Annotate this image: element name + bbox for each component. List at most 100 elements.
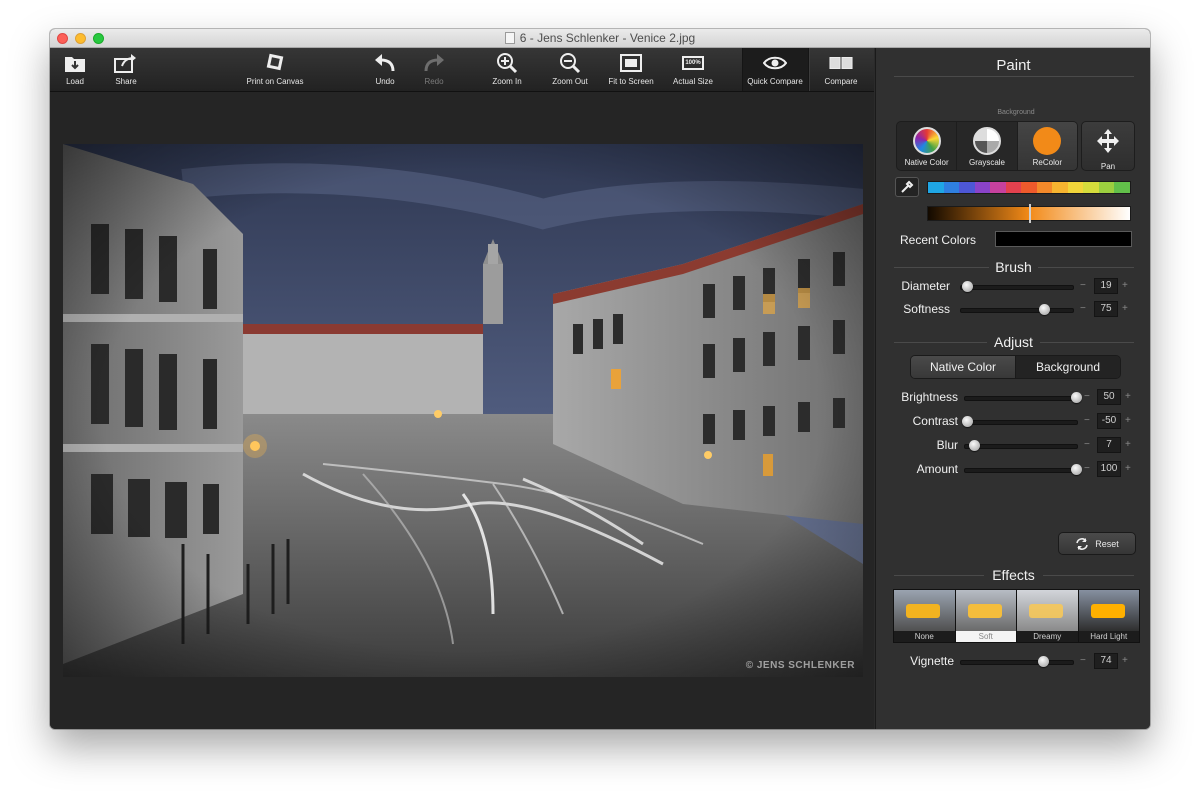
effect-soft[interactable]: Soft <box>955 590 1016 642</box>
color-swatch-strip[interactable] <box>927 181 1131 194</box>
grayscale-mode-button[interactable]: Grayscale <box>957 122 1018 170</box>
diameter-value[interactable]: 19 <box>1094 278 1118 294</box>
blur-decrease[interactable]: − <box>1084 439 1090 450</box>
venice-photo[interactable]: © JENS SCHLENKER <box>63 144 863 677</box>
close-window-button[interactable] <box>57 33 68 44</box>
diameter-decrease[interactable]: − <box>1080 280 1086 291</box>
effect-dreamy[interactable]: Dreamy <box>1017 590 1078 642</box>
contrast-increase[interactable]: + <box>1125 415 1131 426</box>
actual-size-icon: 100% <box>681 52 705 74</box>
redo-icon <box>422 52 446 74</box>
softness-knob[interactable] <box>1039 304 1050 315</box>
minimize-window-button[interactable] <box>75 33 86 44</box>
color-swatch[interactable] <box>1114 182 1130 193</box>
softness-decrease[interactable]: − <box>1080 303 1086 314</box>
diameter-slider[interactable] <box>960 281 1074 292</box>
paint-mode-group: Native Color Grayscale ReColor <box>896 121 1078 171</box>
vignette-value[interactable]: 74 <box>1094 653 1118 669</box>
vignette-knob[interactable] <box>1037 656 1049 667</box>
color-swatch[interactable] <box>974 182 991 193</box>
color-swatch[interactable] <box>1021 182 1037 193</box>
shade-marker[interactable] <box>1029 204 1031 223</box>
vignette-slider[interactable] <box>960 656 1074 667</box>
brightness-increase[interactable]: + <box>1125 391 1131 402</box>
brightness-value[interactable]: 50 <box>1097 389 1121 405</box>
print-on-canvas-button[interactable]: Print on Canvas <box>240 52 310 86</box>
contrast-value[interactable]: -50 <box>1097 413 1121 429</box>
zoom-out-button[interactable]: Zoom Out <box>535 52 605 86</box>
reset-button[interactable]: Reset <box>1058 532 1136 555</box>
redo-button[interactable]: Redo <box>399 52 469 86</box>
zoom-in-icon <box>495 52 519 74</box>
recent-colors-label: Recent Colors <box>900 233 977 247</box>
vignette-increase[interactable]: + <box>1122 655 1128 666</box>
undo-icon <box>373 52 397 74</box>
amount-value[interactable]: 100 <box>1097 461 1121 477</box>
canvas-print-icon <box>263 52 287 74</box>
background-caption: Background <box>997 109 1035 116</box>
color-swatch[interactable] <box>959 182 975 193</box>
amount-increase[interactable]: + <box>1125 463 1131 474</box>
blur-increase[interactable]: + <box>1125 439 1131 450</box>
color-swatch[interactable] <box>1098 182 1115 193</box>
actual-size-button[interactable]: 100% Actual Size <box>658 52 728 86</box>
section-divider <box>894 267 989 268</box>
compare-button[interactable]: Compare <box>806 52 876 86</box>
recent-colors-well[interactable] <box>995 231 1132 247</box>
section-divider <box>894 342 987 343</box>
effect-none[interactable]: None <box>894 590 955 642</box>
color-swatch[interactable] <box>1036 182 1053 193</box>
color-wheel-icon <box>912 127 941 155</box>
color-swatch[interactable] <box>1067 182 1084 193</box>
amount-decrease[interactable]: − <box>1084 463 1090 474</box>
image-canvas[interactable]: © JENS SCHLENKER <box>50 92 874 729</box>
app-window: 6 - Jens Schlenker - Venice 2.jpg Load S… <box>50 29 1150 729</box>
color-swatch[interactable] <box>943 182 960 193</box>
color-swatch[interactable] <box>1005 182 1022 193</box>
share-button[interactable]: Share <box>91 52 161 86</box>
blur-slider[interactable] <box>964 440 1078 451</box>
diameter-increase[interactable]: + <box>1122 280 1128 291</box>
diameter-label: Diameter <box>901 279 950 293</box>
shade-slider[interactable] <box>927 204 1131 223</box>
brightness-decrease[interactable]: − <box>1084 391 1090 402</box>
amount-slider[interactable] <box>964 464 1082 475</box>
effect-hard-light[interactable]: Hard Light <box>1078 590 1139 642</box>
blur-knob[interactable] <box>969 440 981 451</box>
section-divider <box>1038 267 1134 268</box>
vignette-decrease[interactable]: − <box>1080 655 1086 666</box>
pan-button[interactable]: Pan <box>1081 121 1135 171</box>
blur-value[interactable]: 7 <box>1097 437 1121 453</box>
color-swatch[interactable] <box>928 182 944 193</box>
fit-to-screen-icon <box>619 52 643 74</box>
softness-slider[interactable] <box>960 304 1074 315</box>
color-swatch[interactable] <box>1052 182 1068 193</box>
recolor-mode-button[interactable]: ReColor <box>1017 122 1077 170</box>
blur-label: Blur <box>936 438 958 452</box>
softness-increase[interactable]: + <box>1122 303 1128 314</box>
adjust-tab-background[interactable]: Background <box>1016 356 1120 378</box>
zoom-in-button[interactable]: Zoom In <box>472 52 542 86</box>
brightness-knob[interactable] <box>1071 392 1082 403</box>
fit-to-screen-button[interactable]: Fit to Screen <box>596 52 666 86</box>
eyedropper-button[interactable] <box>895 177 919 197</box>
actual-size-badge: 100% <box>682 56 704 70</box>
color-swatch[interactable] <box>1083 182 1099 193</box>
photo-render <box>63 144 863 677</box>
zoom-window-button[interactable] <box>93 33 104 44</box>
amount-knob[interactable] <box>1071 464 1082 475</box>
color-swatch[interactable] <box>990 182 1006 193</box>
side-panel: Paint Background Native Color Grayscale … <box>875 48 1150 729</box>
paint-section-title: Paint <box>996 57 1031 74</box>
diameter-knob[interactable] <box>961 281 973 292</box>
brightness-slider[interactable] <box>964 392 1082 403</box>
adjust-tab-native-color[interactable]: Native Color <box>911 356 1016 378</box>
share-icon <box>114 52 138 74</box>
contrast-slider[interactable] <box>962 416 1078 427</box>
contrast-knob[interactable] <box>962 416 974 427</box>
contrast-decrease[interactable]: − <box>1084 415 1090 426</box>
softness-value[interactable]: 75 <box>1094 301 1118 317</box>
quick-compare-button[interactable]: Quick Compare <box>740 52 810 86</box>
effect-thumbnail <box>894 590 955 631</box>
native-color-mode-button[interactable]: Native Color <box>897 122 958 170</box>
